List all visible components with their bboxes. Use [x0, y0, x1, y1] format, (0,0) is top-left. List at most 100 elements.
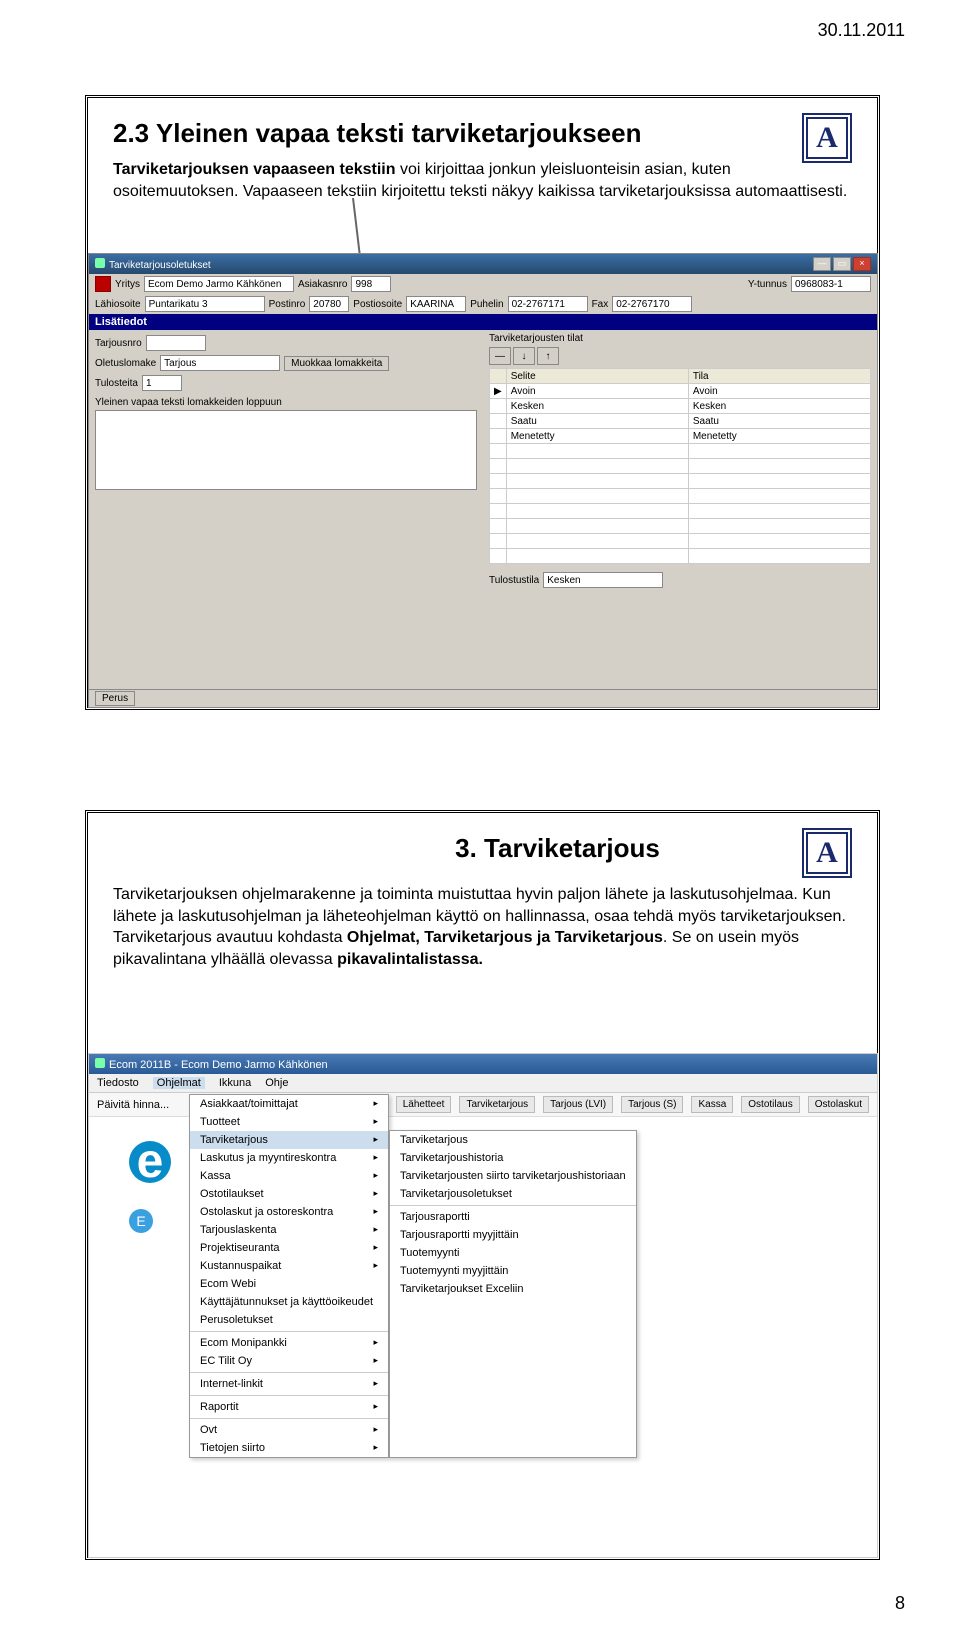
posti-label: Postiosoite — [353, 299, 402, 310]
submenu-item[interactable]: Tarjousraportti myyjittäin — [390, 1226, 636, 1244]
puh-label: Puhelin — [470, 299, 503, 310]
logo-letter: A — [816, 836, 838, 870]
statusbar-tab[interactable]: Perus — [95, 691, 135, 706]
body-bold2: pikavalintalistassa. — [337, 951, 483, 968]
submenu-item[interactable]: Tarviketarjoushistoria — [390, 1149, 636, 1167]
oletuslomake-label: Oletuslomake — [95, 358, 156, 369]
menu-item[interactable]: Kassa — [190, 1167, 388, 1185]
menu-item-tarviketarjous[interactable]: Tarviketarjous — [190, 1131, 388, 1149]
slide-1: A 2.3 Yleinen vapaa teksti tarviketarjou… — [85, 95, 880, 710]
menu-item[interactable]: Asiakkaat/toimittajat — [190, 1095, 388, 1113]
tab-ostolaskut[interactable]: Ostolaskut — [808, 1096, 869, 1113]
lahi-input[interactable]: Puntarikatu 3 — [145, 296, 265, 312]
submenu-item[interactable]: Tarviketarjousoletukset — [390, 1185, 636, 1203]
tarjousnro-label: Tarjousnro — [95, 338, 142, 349]
col-selite: Selite — [506, 369, 688, 384]
logo-letter: A — [816, 121, 838, 155]
yleinen-label: Yleinen vapaa teksti lomakkeiden loppuun — [95, 397, 477, 408]
asiakasnro-input[interactable]: 998 — [351, 276, 391, 292]
app-icon — [95, 1058, 105, 1068]
col-tila: Tila — [688, 369, 870, 384]
maximize-button[interactable]: ▭ — [833, 257, 851, 271]
oletuslomake-input[interactable]: Tarjous — [160, 355, 280, 371]
app-screenshot-2: Ecom 2011B - Ecom Demo Jarmo Kähkönen Ti… — [88, 1053, 878, 1558]
ecom-logo-icon: e — [129, 1134, 171, 1189]
menu-item[interactable]: Tarjouslaskenta — [190, 1221, 388, 1239]
menu-tiedosto[interactable]: Tiedosto — [97, 1077, 139, 1089]
submenu-item[interactable]: Tuotemyynti — [390, 1244, 636, 1262]
submenu-item[interactable]: Tarviketarjoukset Exceliin — [390, 1280, 636, 1298]
tab-ostotilaus[interactable]: Ostotilaus — [741, 1096, 799, 1113]
submenu-item[interactable]: Tuotemyynti myyjittäin — [390, 1262, 636, 1280]
menu-item[interactable]: Projektiseuranta — [190, 1239, 388, 1257]
company-icon — [95, 276, 111, 292]
minus-button[interactable]: — — [489, 347, 511, 365]
browser-tab-icon: E — [129, 1209, 153, 1233]
muokkaa-button[interactable]: Muokkaa lomakkeita — [284, 356, 389, 371]
menu-ohjelmat[interactable]: Ohjelmat — [153, 1077, 205, 1089]
menu-item[interactable]: Kustannuspaikat — [190, 1257, 388, 1275]
menu-ohje[interactable]: Ohje — [265, 1077, 288, 1089]
submenu-item[interactable]: Tarjousraportti — [390, 1208, 636, 1226]
ytunnus-label: Y-tunnus — [748, 279, 787, 290]
window-title: Ecom 2011B - Ecom Demo Jarmo Kähkönen — [109, 1059, 328, 1071]
menu-item[interactable]: Raportit — [190, 1398, 388, 1416]
logo-icon: A — [802, 828, 852, 878]
table-row[interactable]: SaatuSaatu — [490, 414, 871, 429]
yritys-label: Yritys — [115, 279, 140, 290]
tulosteita-input[interactable]: 1 — [142, 375, 182, 391]
header-row2: Lähiosoite Puntarikatu 3 Postinro 20780 … — [89, 294, 877, 314]
minimize-button[interactable]: — — [813, 257, 831, 271]
yritys-input[interactable]: Ecom Demo Jarmo Kähkönen — [144, 276, 294, 292]
fax-label: Fax — [592, 299, 609, 310]
down-button[interactable]: ↓ — [513, 347, 535, 365]
window-title: Tarviketarjousoletukset — [109, 260, 211, 271]
menu-item[interactable]: Ostolaskut ja ostoreskontra — [190, 1203, 388, 1221]
window-titlebar: Ecom 2011B - Ecom Demo Jarmo Kähkönen — [89, 1054, 877, 1074]
body-bold1: Ohjelmat, Tarviketarjous ja Tarviketarjo… — [347, 929, 663, 946]
up-button[interactable]: ↑ — [537, 347, 559, 365]
slide1-body: Tarviketarjouksen vapaaseen tekstiin voi… — [113, 159, 852, 202]
menu-item[interactable]: Käyttäjätunnukset ja käyttöoikeudet — [190, 1293, 388, 1311]
table-row[interactable]: ▶AvoinAvoin — [490, 384, 871, 399]
section-lisatiedot: Lisätiedot — [89, 314, 877, 330]
menu-item[interactable]: Ecom Monipankki — [190, 1334, 388, 1352]
menu-item[interactable]: Ecom Webi — [190, 1275, 388, 1293]
ytunnus-input[interactable]: 0968083-1 — [791, 276, 871, 292]
page-date: 30.11.2011 — [818, 20, 905, 41]
submenu-item[interactable]: Tarviketarjous — [390, 1131, 636, 1149]
freetext-textarea[interactable] — [95, 410, 477, 490]
body-bold: Tarviketarjouksen vapaaseen tekstiin — [113, 161, 396, 178]
menu-item[interactable]: Tietojen siirto — [190, 1439, 388, 1457]
fax-input[interactable]: 02-2767170 — [612, 296, 692, 312]
sub-dropdown: Tarviketarjous Tarviketarjoushistoria Ta… — [389, 1130, 637, 1458]
window-titlebar: Tarviketarjousoletukset — ▭ × — [89, 254, 877, 274]
menu-ikkuna[interactable]: Ikkuna — [219, 1077, 251, 1089]
tilat-heading: Tarviketarjousten tilat — [489, 333, 871, 344]
tulosteita-label: Tulosteita — [95, 378, 138, 389]
submenu-item[interactable]: Tarviketarjousten siirto tarviketarjoush… — [390, 1167, 636, 1185]
menu-item[interactable]: Internet-linkit — [190, 1375, 388, 1393]
page-number: 8 — [895, 1593, 905, 1614]
menu-item[interactable]: Perusoletukset — [190, 1311, 388, 1329]
close-button[interactable]: × — [853, 257, 871, 271]
tab-kassa[interactable]: Kassa — [691, 1096, 733, 1113]
puh-input[interactable]: 02-2767171 — [508, 296, 588, 312]
slide2-body: Tarviketarjouksen ohjelmarakenne ja toim… — [113, 884, 852, 970]
menubar: Tiedosto Ohjelmat Ikkuna Ohje — [89, 1074, 877, 1093]
slide1-title: 2.3 Yleinen vapaa teksti tarviketarjouks… — [113, 118, 852, 149]
posti-input[interactable]: KAARINA — [406, 296, 466, 312]
tulostustila-label: Tulostustila — [489, 575, 539, 586]
lahi-label: Lähiosoite — [95, 299, 141, 310]
tulostustila-select[interactable]: Kesken — [543, 572, 663, 588]
logo-icon: A — [802, 113, 852, 163]
table-row[interactable]: KeskenKesken — [490, 399, 871, 414]
menu-item[interactable]: Tuotteet — [190, 1113, 388, 1131]
menu-item[interactable]: Ostotilaukset — [190, 1185, 388, 1203]
menu-item[interactable]: EC Tilit Oy — [190, 1352, 388, 1370]
menu-item[interactable]: Ovt — [190, 1421, 388, 1439]
table-row[interactable]: MenetettyMenetetty — [490, 429, 871, 444]
tarjousnro-input[interactable] — [146, 335, 206, 351]
postinro-input[interactable]: 20780 — [309, 296, 349, 312]
menu-item[interactable]: Laskutus ja myyntireskontra — [190, 1149, 388, 1167]
